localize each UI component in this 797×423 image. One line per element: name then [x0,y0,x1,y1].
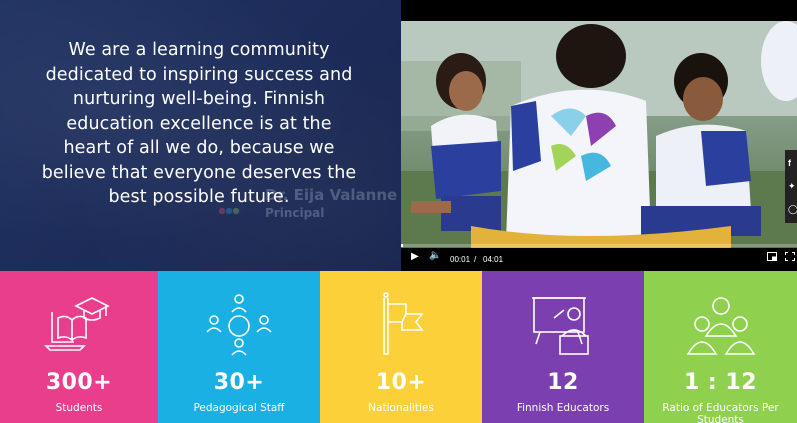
flag-icon [383,292,424,355]
stat-value: 12 [547,370,579,395]
video-progress-fill [401,244,403,247]
stat-label: Ratio of Educators Per Students [662,402,779,423]
stat-value: 10+ [375,370,427,395]
facebook-icon[interactable]: f [788,158,791,168]
student-laptop-icon [44,297,110,351]
stat-value: 30+ [213,370,265,395]
stat-pedagogical-staff: 30+ Pedagogical Staff [158,271,320,423]
stat-value: 1 : 12 [683,370,758,395]
video-still-children-playing [401,21,797,248]
play-icon[interactable]: ▶ [411,251,419,262]
stat-students: 300+ Students [0,271,158,423]
stat-label: Pedagogical Staff [193,402,285,414]
stat-value: 300+ [45,370,113,395]
stat-label: Students [55,402,103,414]
stat-educator-ratio: 1 : 12 Ratio of Educators Per Students [644,271,797,423]
stat-label: Finnish Educators [516,402,610,414]
volume-icon[interactable]: 🔈 [429,250,441,261]
stats-strip: 300+ Students 30+ Pedagogical Staff 10+ … [0,271,797,423]
twitter-icon[interactable]: ✦ [788,181,796,192]
picture-in-picture-icon[interactable] [767,252,777,261]
video-player[interactable]: ▶ 🔈 00:01 / 04:01 [401,0,797,271]
instagram-icon[interactable]: ◯ [788,204,797,215]
video-progress-bar[interactable] [401,244,797,247]
teacher-board-icon [532,297,589,355]
video-current-time: 00:01 [450,255,471,264]
intro-panel: Dr. Eija Valanne Principal We are a lear… [0,0,401,271]
stat-nationalities: 10+ Nationalities [320,271,482,423]
video-duration: 04:01 [483,255,504,264]
video-time-separator: / [474,255,477,264]
intro-quote: We are a learning community dedicated to… [41,40,357,207]
video-frame[interactable] [401,21,797,248]
stat-label: Nationalities [368,402,434,414]
group-icon [686,297,755,355]
staff-network-icon [206,294,272,356]
social-links-bar: f ✦ ◯ [785,150,797,223]
stat-finnish-educators: 12 Finnish Educators [482,271,644,423]
hero-section: Dr. Eija Valanne Principal We are a lear… [0,0,797,271]
fullscreen-icon[interactable] [785,252,795,261]
